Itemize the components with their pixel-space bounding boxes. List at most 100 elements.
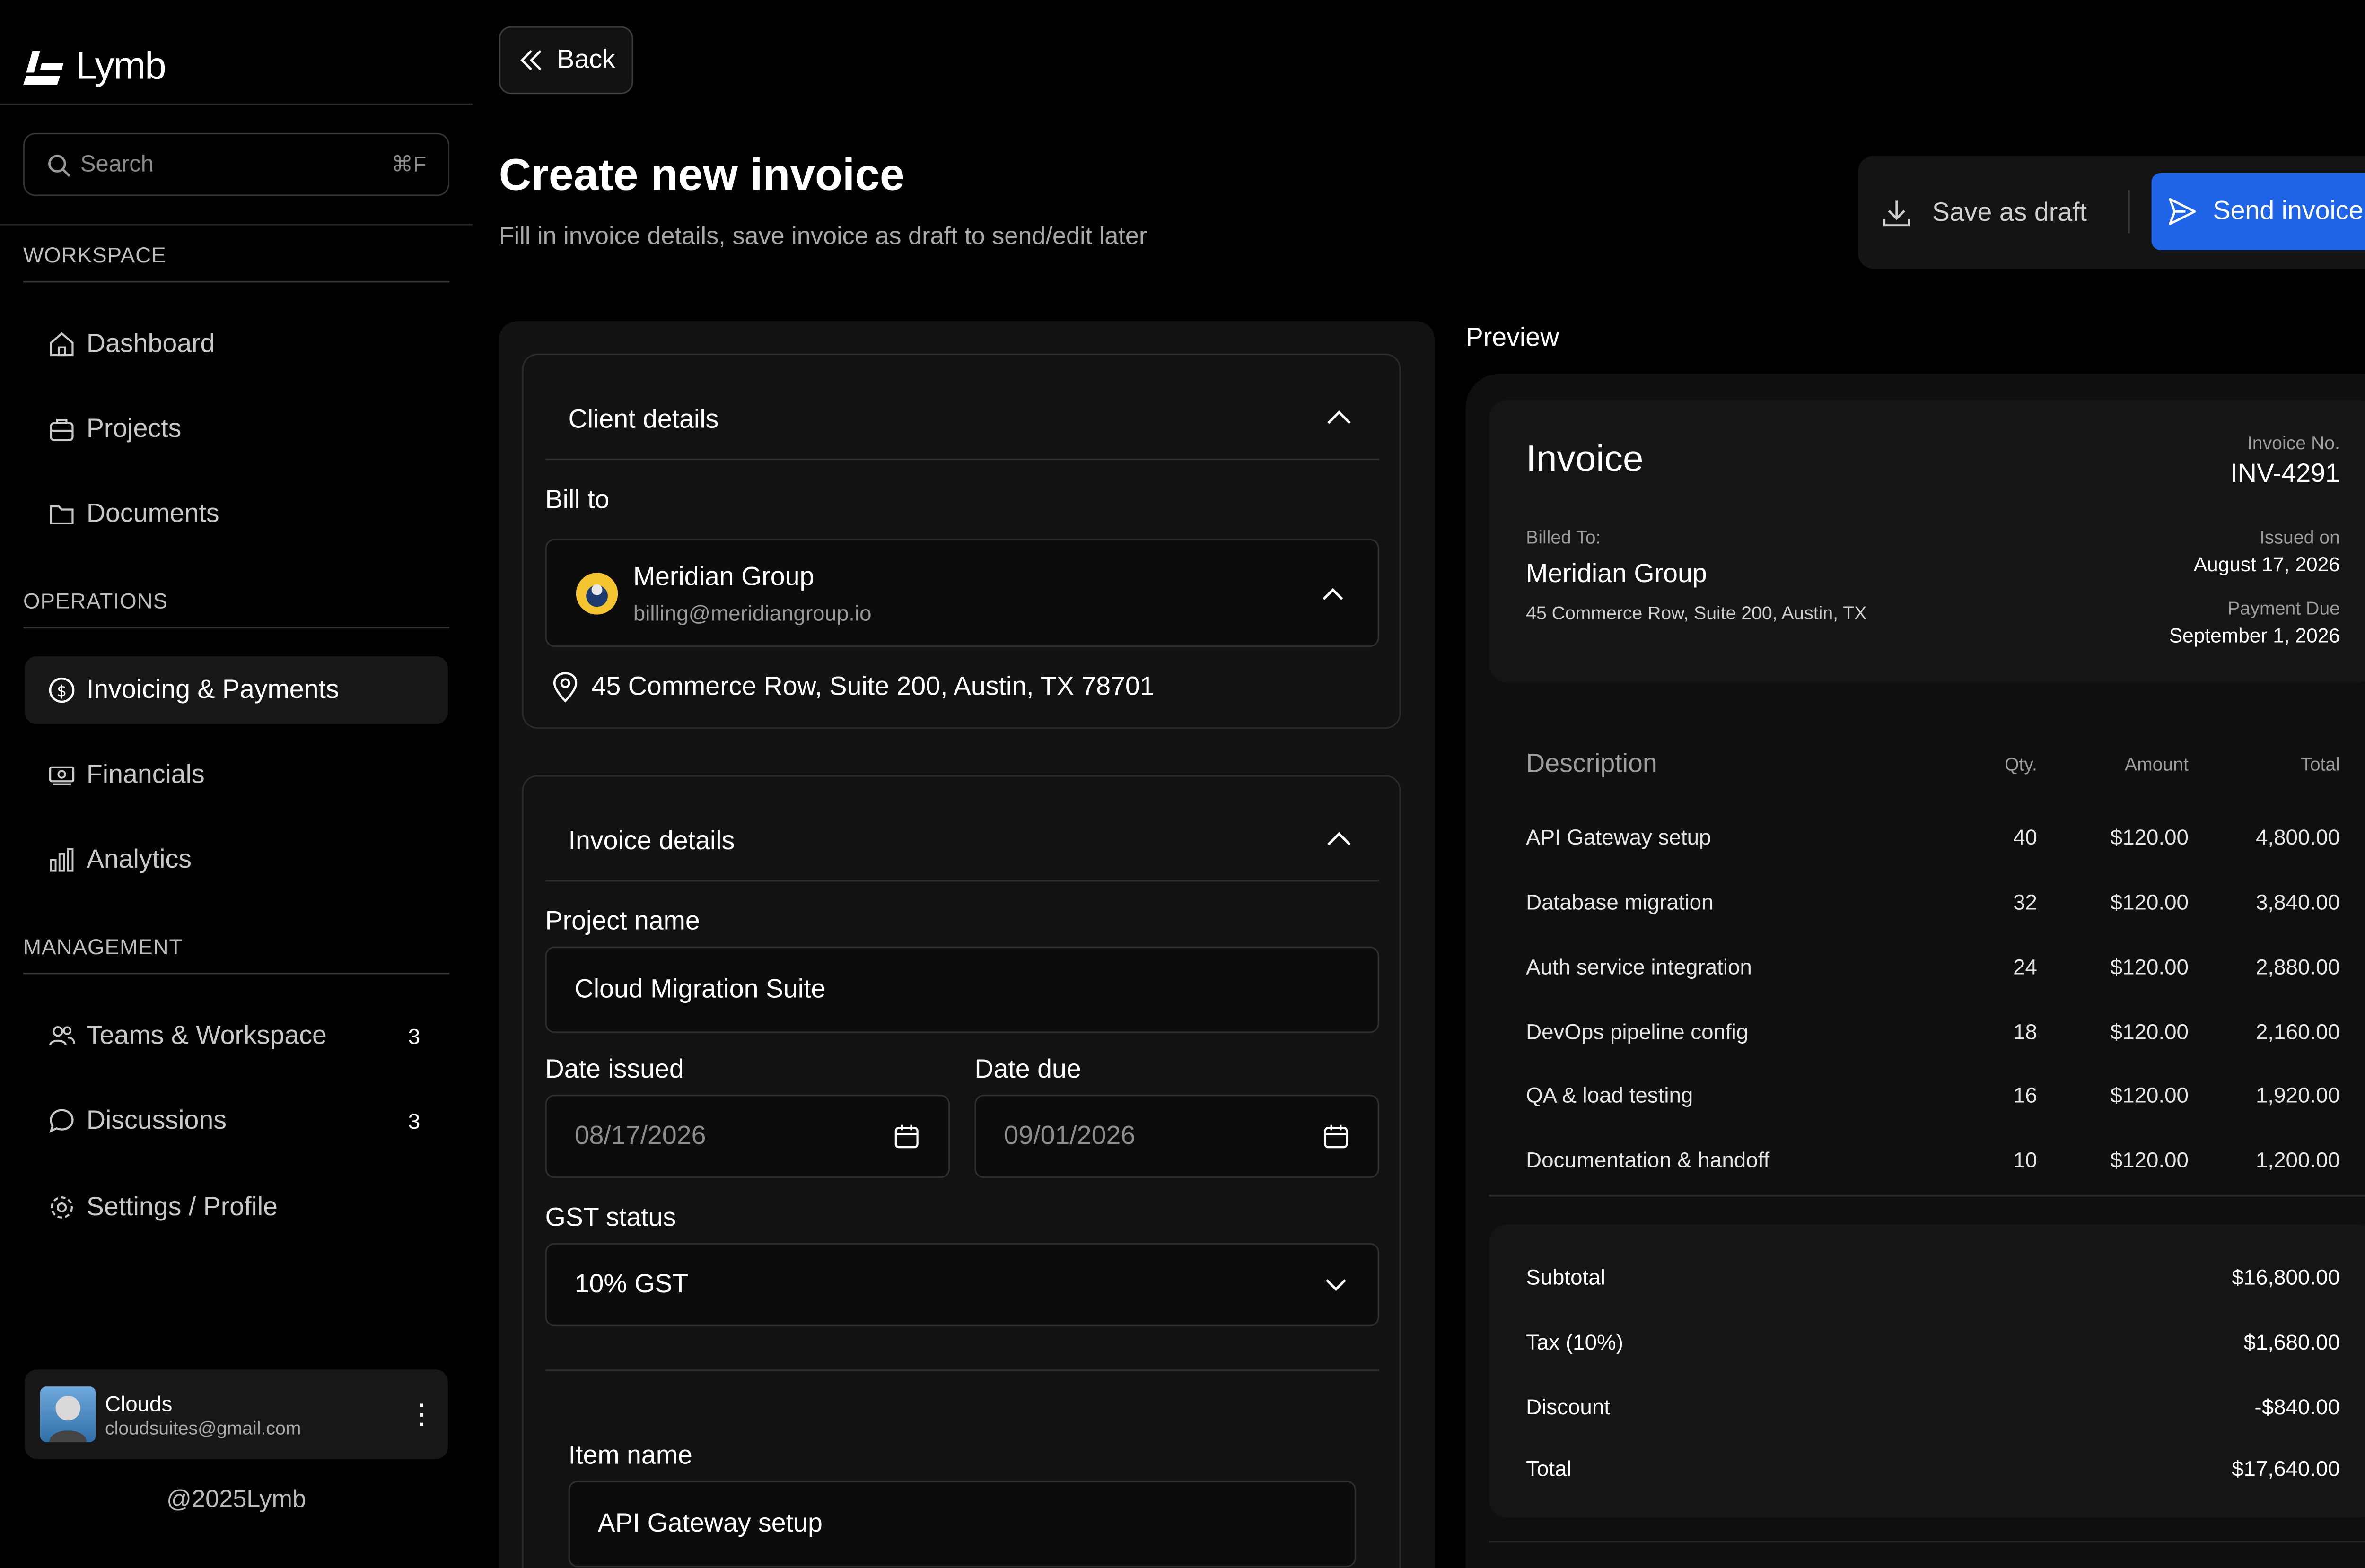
nav-label: Settings / Profile <box>86 1192 278 1221</box>
invoice-number-label: Invoice No. <box>2247 432 2340 454</box>
send-invoice-button[interactable]: Send invoice <box>2151 173 2365 250</box>
date-issued-value: 08/17/2026 <box>574 1121 706 1150</box>
user-info: Clouds cloudsuites@gmail.com <box>105 1390 408 1438</box>
client-details-heading: Client details <box>568 404 719 434</box>
date-due-input[interactable]: 09/01/2026 <box>974 1095 1379 1178</box>
cash-icon <box>46 760 77 791</box>
item-amount: $120.00 <box>2110 889 2189 915</box>
table-row: DevOps pipeline config 18 $120.00 2,160.… <box>1526 1019 2340 1050</box>
item-name-label: Item name <box>568 1440 692 1470</box>
svg-text:$: $ <box>57 682 67 700</box>
discount-value: -$840.00 <box>2254 1394 2340 1419</box>
column-description: Description <box>1526 749 1657 778</box>
action-bar: Save as draft Send invoice <box>1858 156 2365 269</box>
divider <box>23 627 450 628</box>
item-name-input[interactable]: API Gateway setup <box>568 1481 1356 1568</box>
send-invoice-label: Send invoice <box>2213 196 2364 226</box>
invoice-title: Invoice <box>1526 438 1644 480</box>
project-name-input[interactable]: Cloud Migration Suite <box>545 946 1379 1033</box>
discount-row: Discount -$840.00 <box>1526 1394 2340 1419</box>
calendar-icon[interactable] <box>1322 1123 1350 1150</box>
nav-label: Analytics <box>86 845 192 874</box>
nav-financials[interactable]: Financials <box>25 741 448 809</box>
client-select[interactable]: Meridian Group billing@meridiangroup.io <box>545 539 1379 647</box>
nav-label: Teams & Workspace <box>86 1020 327 1050</box>
gst-status-label: GST status <box>545 1202 676 1232</box>
nav-label: Dashboard <box>86 329 215 358</box>
nav-invoicing-payments[interactable]: $ Invoicing & Payments <box>25 656 448 724</box>
subtotal-row: Subtotal $16,800.00 <box>1526 1264 2340 1289</box>
nav-teams-workspace[interactable]: Teams & Workspace 3 <box>25 1002 448 1070</box>
user-card[interactable]: Clouds cloudsuites@gmail.com ⋮ <box>25 1369 448 1459</box>
more-vertical-icon[interactable]: ⋮ <box>408 1401 436 1429</box>
billed-to-label: Billed To: <box>1526 526 1601 549</box>
gear-icon <box>46 1192 77 1223</box>
nav-label: Invoicing & Payments <box>86 674 339 704</box>
nav-discussions[interactable]: Discussions 3 <box>25 1087 448 1155</box>
date-issued-input[interactable]: 08/17/2026 <box>545 1095 950 1178</box>
table-row: Database migration 32 $120.00 3,840.00 <box>1526 889 2340 920</box>
nav-dashboard[interactable]: Dashboard <box>25 310 448 378</box>
nav-analytics[interactable]: Analytics <box>25 826 448 894</box>
section-label-operations: OPERATIONS <box>23 588 168 613</box>
date-issued-label: Date issued <box>545 1054 684 1084</box>
dollar-circle-icon: $ <box>46 675 77 706</box>
billed-to-address: 45 Commerce Row, Suite 200, Austin, TX <box>1526 602 1867 624</box>
project-name-value: Cloud Migration Suite <box>574 974 826 1004</box>
billed-to-name: Meridian Group <box>1526 559 1707 589</box>
nav-documents[interactable]: Documents <box>25 480 448 549</box>
users-icon <box>46 1020 77 1051</box>
calendar-icon[interactable] <box>893 1123 920 1150</box>
table-row: QA & load testing 16 $120.00 1,920.00 <box>1526 1082 2340 1113</box>
column-total: Total <box>2301 753 2340 775</box>
tax-label: Tax (10%) <box>1526 1329 1623 1354</box>
gst-status-value: 10% GST <box>574 1269 689 1299</box>
download-icon <box>1883 200 1910 227</box>
nav-settings-profile[interactable]: Settings / Profile <box>25 1174 448 1242</box>
divider <box>545 1369 1379 1371</box>
divider <box>1489 1195 2365 1197</box>
nav-projects[interactable]: Projects <box>25 395 448 463</box>
item-qty: 16 <box>2013 1082 2037 1107</box>
invoice-preview: Invoice Invoice No. INV-4291 Billed To: … <box>1465 374 2365 1568</box>
item-total: 2,880.00 <box>2255 954 2340 979</box>
issued-on-label: Issued on <box>2259 526 2340 549</box>
client-address: 45 Commerce Row, Suite 200, Austin, TX 7… <box>552 671 1155 703</box>
project-name-label: Project name <box>545 906 700 936</box>
item-amount: $120.00 <box>2110 954 2189 979</box>
client-logo <box>576 573 618 615</box>
item-total: 1,200.00 <box>2255 1147 2340 1172</box>
invoice-number: INV-4291 <box>2230 458 2340 488</box>
avatar <box>40 1386 96 1442</box>
client-address-text: 45 Commerce Row, Suite 200, Austin, TX 7… <box>591 671 1155 701</box>
search-input[interactable]: Search ⌘F <box>23 132 450 196</box>
gst-status-select[interactable]: 10% GST <box>545 1243 1379 1326</box>
preview-label: Preview <box>1465 322 1559 352</box>
back-button[interactable]: Back <box>499 26 633 95</box>
item-total: 3,840.00 <box>2255 889 2340 915</box>
item-amount: $120.00 <box>2110 1019 2189 1044</box>
app-logo[interactable]: Lymb <box>23 45 166 90</box>
item-amount: $120.00 <box>2110 1082 2189 1107</box>
divider <box>2128 190 2130 234</box>
payment-due-label: Payment Due <box>2227 597 2340 619</box>
home-icon <box>46 329 77 360</box>
table-row: Auth service integration 24 $120.00 2,88… <box>1526 954 2340 985</box>
chevron-up-icon[interactable] <box>1325 405 1353 433</box>
item-description: QA & load testing <box>1526 1082 1693 1107</box>
chevron-up-icon[interactable] <box>1325 826 1353 854</box>
lymb-logo-icon <box>23 50 63 84</box>
totals-summary: Subtotal $16,800.00 Tax (10%) $1,680.00 … <box>1489 1224 2365 1518</box>
column-amount: Amount <box>2124 753 2189 775</box>
client-email: billing@meridiangroup.io <box>633 601 872 626</box>
total-row: Total $17,640.00 <box>1526 1456 2340 1481</box>
chevron-up-icon <box>1323 588 1343 600</box>
user-email: cloudsuites@gmail.com <box>105 1416 301 1438</box>
nav-label: Financials <box>86 759 205 789</box>
save-draft-button[interactable]: Save as draft <box>1880 174 2087 252</box>
item-description: Database migration <box>1526 889 1714 915</box>
app-name: Lymb <box>75 44 166 88</box>
search-icon <box>48 154 70 176</box>
item-qty: 18 <box>2013 1019 2037 1044</box>
date-due-label: Date due <box>974 1054 1081 1084</box>
